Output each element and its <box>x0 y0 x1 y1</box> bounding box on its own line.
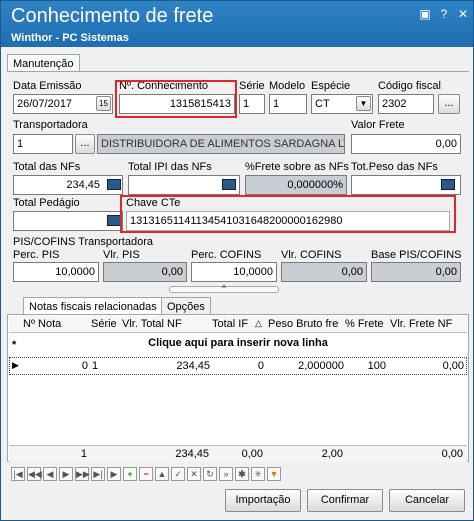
calendar-icon[interactable]: 15 <box>96 96 111 111</box>
restore-icon[interactable]: ▣ <box>417 7 433 22</box>
modelo-label: Modelo <box>269 80 306 92</box>
next-icon[interactable]: ▶ <box>59 467 73 481</box>
vlr-pis-label: Vlr. PIS <box>103 249 140 261</box>
calculator-icon[interactable] <box>107 215 121 226</box>
first-page-icon[interactable]: |◀ <box>11 467 25 481</box>
perc-cofins-field[interactable]: 10,0000 <box>191 262 277 282</box>
modelo-field[interactable]: 1 <box>269 94 307 114</box>
cell-num-nota[interactable]: 0 <box>30 360 88 372</box>
refresh-icon[interactable]: ↻ <box>203 467 217 481</box>
window-subtitle: Winthor - PC Sistemas <box>11 32 129 44</box>
col-perc-frete[interactable]: % Frete <box>345 318 384 330</box>
last-page-icon[interactable]: ▶| <box>91 467 105 481</box>
calculator-icon[interactable] <box>222 179 236 190</box>
codigo-fiscal-field[interactable]: 2302 <box>378 94 434 114</box>
tot-peso-label: Tot.Peso das NFs <box>351 161 438 173</box>
last-icon[interactable]: ▶ <box>107 467 121 481</box>
perc-cofins-label: Perc. COFINS <box>191 249 262 261</box>
up-icon[interactable]: ▲ <box>155 467 169 481</box>
check-icon[interactable]: ✓ <box>171 467 185 481</box>
grid-header: Nº Nota Série Vlr. Total NF Total IF △ P… <box>9 316 467 333</box>
highlight-box <box>115 80 237 118</box>
perc-pis-field[interactable]: 10,0000 <box>13 262 99 282</box>
transportadora-code-field[interactable]: 1 <box>13 134 73 154</box>
vlr-cofins-label: Vlr. COFINS <box>281 249 342 261</box>
col-peso-bruto[interactable]: Peso Bruto fre <box>268 318 338 330</box>
cell-vlr-frete-nf[interactable]: 0,00 <box>388 360 464 372</box>
row-indicator-icon: ▶ <box>12 360 19 370</box>
close-icon[interactable]: ✕ <box>455 7 471 22</box>
add-icon[interactable]: + <box>123 467 137 481</box>
footer-total-ipi: 0,00 <box>241 448 263 460</box>
total-nfs-label: Total das NFs <box>13 161 81 173</box>
codigo-fiscal-lookup-button[interactable]: ... <box>438 94 460 114</box>
tab-notas-fiscais[interactable]: Notas fiscais relacionadas <box>23 297 163 315</box>
valor-frete-label: Valor Frete <box>351 119 405 131</box>
filter-icon[interactable]: ▼ <box>267 467 281 481</box>
calculator-icon[interactable] <box>441 179 455 190</box>
grid-footer: 1 234,45 0,00 2,00 0,00 <box>9 445 467 462</box>
vlr-cofins-field: 0,00 <box>281 262 367 282</box>
base-pis-cofins-label: Base PIS/COFINS <box>371 249 462 261</box>
cancel-edit-icon[interactable]: ✕ <box>187 467 201 481</box>
perc-pis-label: Perc. PIS <box>13 249 60 261</box>
help-icon[interactable]: ? <box>436 7 452 22</box>
remove-icon[interactable]: − <box>139 467 153 481</box>
prev-icon[interactable]: ◀ <box>43 467 57 481</box>
window: Conhecimento de frete Winthor - PC Siste… <box>0 0 474 521</box>
base-pis-cofins-field: 0,00 <box>371 262 461 282</box>
sort-icon: △ <box>255 318 262 328</box>
total-ipi-label: Total IPI das NFs <box>128 161 212 173</box>
importacao-button[interactable]: Importação <box>225 489 301 512</box>
prev-page-icon[interactable]: ◀◀ <box>27 467 42 481</box>
tab-divider <box>7 71 469 72</box>
transportadora-label: Transportadora <box>13 119 88 131</box>
footer-total-nf: 234,45 <box>175 448 209 460</box>
highlight-box <box>120 195 456 233</box>
col-num-nota[interactable]: Nº Nota <box>23 318 61 330</box>
calculator-icon[interactable] <box>107 179 121 190</box>
transportadora-name-field: DISTRIBUIDORA DE ALIMENTOS SARDAGNA LTDA <box>97 134 345 154</box>
tab-opcoes[interactable]: Opções <box>161 297 211 315</box>
footer-peso: 2,00 <box>321 448 343 460</box>
perc-frete-label: %Frete sobre as NFs <box>245 161 349 173</box>
asterisk-icon[interactable]: ✱ <box>235 467 249 481</box>
asterisk-outline-icon[interactable]: ✳ <box>251 467 265 481</box>
cancelar-button[interactable]: Cancelar <box>389 489 465 512</box>
col-vlr-total-nf[interactable]: Vlr. Total NF <box>122 318 182 330</box>
cell-total-ipi[interactable]: 0 <box>210 360 264 372</box>
especie-label: Espécie <box>311 80 351 92</box>
tab-manutencao[interactable]: Manutenção <box>7 54 80 72</box>
data-emissao-label: Data Emissão <box>13 80 82 92</box>
perc-frete-field: 0,000000% <box>245 175 347 195</box>
insert-new-row[interactable]: Clique aqui para inserir nova linha <box>1 337 474 349</box>
footer-frete: 0,00 <box>441 448 463 460</box>
confirmar-button[interactable]: Confirmar <box>307 489 383 512</box>
serie-label: Série <box>239 80 265 92</box>
cell-peso-bruto[interactable]: 2,000000 <box>266 360 344 372</box>
pis-cofins-section-label: PIS/COFINS Transportadora <box>13 236 153 248</box>
cell-perc-frete[interactable]: 100 <box>344 360 386 372</box>
vlr-pis-field: 0,00 <box>103 262 187 282</box>
cell-serie[interactable]: 1 <box>92 360 98 372</box>
title-bar: Conhecimento de frete Winthor - PC Siste… <box>1 1 473 47</box>
window-title: Conhecimento de frete <box>11 5 214 27</box>
collapse-icon[interactable]: » <box>219 467 233 481</box>
chevron-down-icon[interactable]: ▼ <box>356 96 371 111</box>
col-total-ipi[interactable]: Total IF <box>212 318 248 330</box>
table-row[interactable]: ▶ 0 1 234,45 0 2,000000 100 0,00 <box>9 357 467 375</box>
transportadora-lookup-button[interactable]: ... <box>75 134 95 154</box>
col-vlr-frete-nf[interactable]: Vlr. Frete NF <box>390 318 452 330</box>
next-page-icon[interactable]: ▶▶ <box>75 467 90 481</box>
total-pedagio-label: Total Pedágio <box>13 197 80 209</box>
serie-field[interactable]: 1 <box>239 94 265 114</box>
cell-vlr-total-nf[interactable]: 234,45 <box>120 360 210 372</box>
footer-count: 1 <box>80 448 87 460</box>
valor-frete-field[interactable]: 0,00 <box>351 134 461 154</box>
splitter-handle[interactable]: ^ <box>169 285 279 293</box>
codigo-fiscal-label: Código fiscal <box>378 80 441 92</box>
col-serie[interactable]: Série <box>91 318 117 330</box>
